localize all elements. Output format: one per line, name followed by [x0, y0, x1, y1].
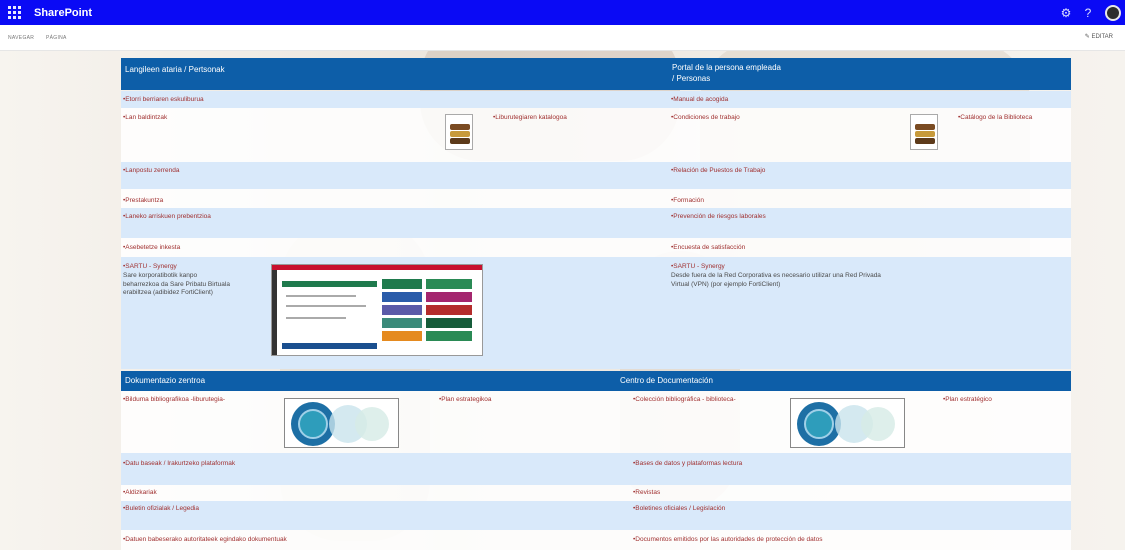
thumbnail-tile — [382, 292, 422, 302]
list-row — [121, 208, 1071, 238]
command-bar: NAVEGAR PÁGINA ✎ EDITAR — [0, 25, 1125, 51]
link-welcome-eu[interactable]: •Etorri berriaren eskuliburua — [123, 96, 204, 103]
link-work-conditions-es[interactable]: •Condiciones de trabajo — [671, 114, 740, 121]
link-training-es[interactable]: •Formación — [671, 197, 704, 204]
list-row — [121, 91, 1071, 108]
suite-bar: SharePoint ⚙ ? — [0, 0, 1125, 25]
help-icon[interactable]: ? — [1077, 6, 1099, 20]
link-magazines-es[interactable]: •Revistas — [633, 489, 660, 496]
thumbnail-tile — [382, 279, 422, 289]
link-library-catalog-eu[interactable]: •Liburutegiaren katalogoa — [493, 114, 567, 121]
thumbnail-header — [272, 265, 482, 270]
section-title: Portal de la persona empleada — [672, 63, 781, 72]
list-row — [121, 238, 1071, 257]
thumbnail-line — [286, 317, 346, 319]
link-job-list-eu[interactable]: •Lanpostu zerrenda — [123, 167, 179, 174]
link-welcome-es[interactable]: •Manual de acogida — [671, 96, 728, 103]
thumbnail-sidebar — [272, 270, 277, 355]
list-row — [121, 485, 1071, 501]
link-bulletins-eu[interactable]: •Buletin ofizialak / Legedia — [123, 505, 199, 512]
diagram-circle — [298, 409, 328, 439]
books-icon[interactable] — [910, 114, 938, 150]
link-dpa-docs-es[interactable]: •Documentos emitidos por las autoridades… — [633, 536, 822, 543]
link-library-catalog-es[interactable]: •Catálogo de la Biblioteca — [958, 114, 1032, 121]
diagram-circle — [355, 407, 389, 441]
diagram-circle — [804, 409, 834, 439]
link-bibliography-es[interactable]: •Colección bibliográfica - biblioteca- — [633, 396, 736, 403]
description-line: Sare korporatibotik kanpo — [123, 272, 198, 279]
edit-label: EDITAR — [1091, 34, 1113, 40]
link-strategic-plan-eu[interactable]: •Plan estrategikoa — [439, 396, 492, 403]
section-header-doc-eu: Dokumentazio zentroa — [121, 371, 616, 391]
app-launcher-icon[interactable] — [8, 4, 26, 22]
section-header-portal-eu: Langileen ataria / Pertsonak — [121, 58, 668, 90]
description-line: Virtual (VPN) (por ejemplo FortiClient) — [671, 280, 781, 288]
strategic-plan-diagram[interactable] — [284, 398, 399, 448]
link-risk-prevention-es[interactable]: •Prevención de riesgos laborales — [671, 213, 766, 220]
sartu-description-es: Desde fuera de la Red Corporativa es nec… — [671, 272, 881, 289]
link-satisfaction-eu[interactable]: •Asebetetze inkesta — [123, 244, 180, 251]
link-sartu-eu[interactable]: •SARTU - Synergy — [123, 263, 177, 270]
link-job-list-es[interactable]: •Relación de Puestos de Trabajo — [671, 167, 765, 174]
thumbnail-line — [286, 305, 366, 307]
user-avatar-icon[interactable] — [1105, 4, 1121, 21]
list-row — [121, 189, 1071, 208]
thumbnail-block — [282, 343, 377, 349]
link-bibliography-eu[interactable]: •Bilduma bibliografikoa -liburutegia- — [123, 396, 225, 403]
link-risk-prevention-eu[interactable]: •Laneko arriskuen prebentzioa — [123, 213, 211, 220]
content-canvas: Langileen ataria / Pertsonak Portal de l… — [121, 58, 1071, 550]
thumbnail-tile — [426, 305, 472, 315]
description-line: erabiltzea (adibidez FortiClient) — [123, 289, 213, 296]
link-sartu-es[interactable]: •SARTU - Synergy — [671, 263, 725, 270]
sartu-description-eu: Sare korporatibotik kanpo beharrezkoa da… — [123, 272, 230, 298]
link-strategic-plan-es[interactable]: •Plan estratégico — [943, 396, 992, 403]
thumbnail-line — [286, 295, 356, 297]
section-title: Langileen ataria / Pertsonak — [125, 65, 225, 74]
thumbnail-tile — [382, 305, 422, 315]
sartu-screenshot-thumbnail[interactable] — [271, 264, 483, 356]
thumbnail-tile — [382, 318, 422, 328]
section-header-portal-es: Portal de la persona empleada / Personas — [668, 58, 1071, 90]
thumbnail-tile — [382, 331, 422, 341]
link-training-eu[interactable]: •Prestakuntza — [123, 197, 163, 204]
edit-button[interactable]: ✎ EDITAR — [1085, 33, 1113, 40]
section-title: Dokumentazio zentroa — [125, 376, 206, 385]
thumbnail-block — [282, 281, 377, 287]
link-databases-es[interactable]: •Bases de datos y plataformas lectura — [633, 460, 742, 467]
tab-pagina[interactable]: PÁGINA — [46, 35, 67, 41]
strategic-plan-diagram[interactable] — [790, 398, 905, 448]
thumbnail-tile — [426, 279, 472, 289]
list-row — [121, 453, 1071, 485]
list-row — [121, 257, 1071, 369]
list-row — [121, 162, 1071, 189]
link-satisfaction-es[interactable]: •Encuesta de satisfacción — [671, 244, 745, 251]
thumbnail-tile — [426, 331, 472, 341]
link-databases-eu[interactable]: •Datu baseak / Irakurtzeko plataformak — [123, 460, 235, 467]
list-row — [121, 391, 1071, 453]
thumbnail-tile — [426, 292, 472, 302]
description-line: beharrezkoa da Sare Pribatu Birtuala — [123, 280, 230, 288]
tab-navegar[interactable]: NAVEGAR — [8, 35, 34, 41]
books-icon[interactable] — [445, 114, 473, 150]
description-line: Desde fuera de la Red Corporativa es nec… — [671, 272, 881, 279]
link-work-conditions-eu[interactable]: •Lan baldintzak — [123, 114, 167, 121]
section-title: / Personas — [672, 74, 711, 83]
app-name[interactable]: SharePoint — [34, 7, 92, 19]
section-title: Centro de Documentación — [620, 376, 713, 385]
link-magazines-eu[interactable]: •Aldizkariak — [123, 489, 157, 496]
gear-icon[interactable]: ⚙ — [1055, 6, 1077, 20]
section-header-doc-es: Centro de Documentación — [616, 371, 1071, 391]
list-row — [121, 501, 1071, 530]
diagram-circle — [861, 407, 895, 441]
thumbnail-tile — [426, 318, 472, 328]
link-dpa-docs-eu[interactable]: •Datuen babeserako autoritateek egindako… — [123, 536, 287, 543]
link-bulletins-es[interactable]: •Boletines oficiales / Legislación — [633, 505, 725, 512]
